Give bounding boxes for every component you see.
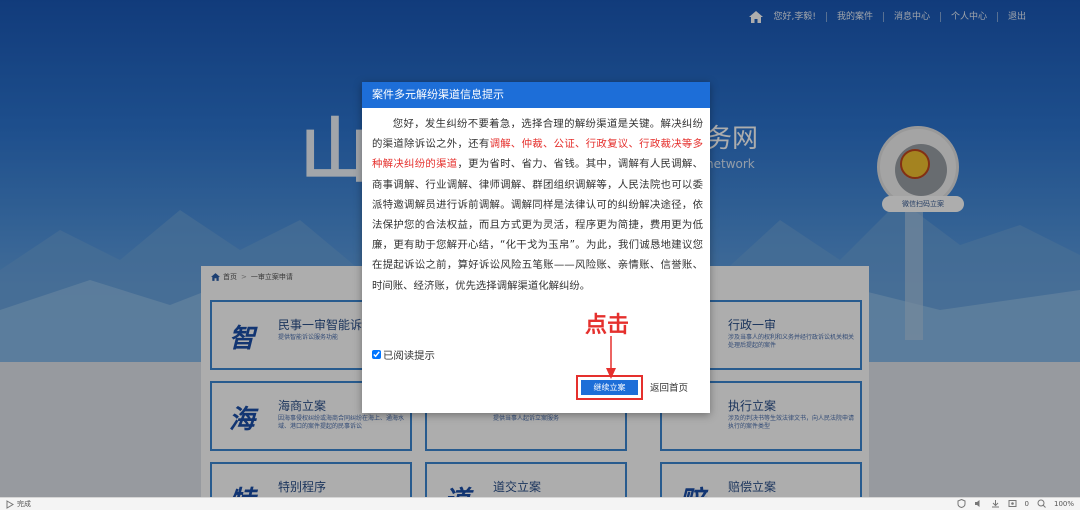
- read-ack-label: 已阅读提示: [383, 350, 435, 362]
- dispute-resolution-modal: 案件多元解纷渠道信息提示 您好，发生纠纷不要着急，选择合理的解纷渠道是关键。解决…: [362, 82, 710, 413]
- status-left: 完成: [5, 499, 31, 509]
- download-icon[interactable]: [991, 499, 1000, 508]
- modal-body-part-2: ，更为省时、省力、省钱。其中，调解有人民调解、商事调解、行业调解、律师调解、群团…: [372, 158, 704, 292]
- play-icon: [6, 499, 14, 509]
- screenshot-icon[interactable]: [1008, 499, 1017, 508]
- zoom-level[interactable]: 100%: [1054, 500, 1074, 508]
- browser-status-bar: 完成 0 100%: [0, 497, 1080, 510]
- zoom-icon[interactable]: [1037, 499, 1046, 508]
- arrow-down-icon: [606, 336, 616, 379]
- speaker-icon[interactable]: [974, 499, 983, 508]
- shield-icon[interactable]: [957, 499, 966, 508]
- back-home-button[interactable]: 返回首页: [650, 380, 688, 394]
- read-ack-checkbox[interactable]: [372, 350, 381, 359]
- status-text: 完成: [17, 500, 31, 508]
- read-ack[interactable]: 已阅读提示: [372, 347, 435, 362]
- modal-body: 您好，发生纠纷不要着急，选择合理的解纷渠道是关键。解决纠纷的渠道除诉讼之外，还有…: [372, 114, 703, 296]
- click-hint-annotation: 点击: [585, 313, 630, 338]
- status-count: 0: [1024, 499, 1029, 508]
- status-right: 0 100%: [957, 499, 1074, 508]
- modal-title: 案件多元解纷渠道信息提示: [362, 82, 710, 108]
- continue-filing-button[interactable]: 继续立案: [581, 380, 638, 395]
- confirm-highlight-box: 继续立案: [576, 375, 643, 400]
